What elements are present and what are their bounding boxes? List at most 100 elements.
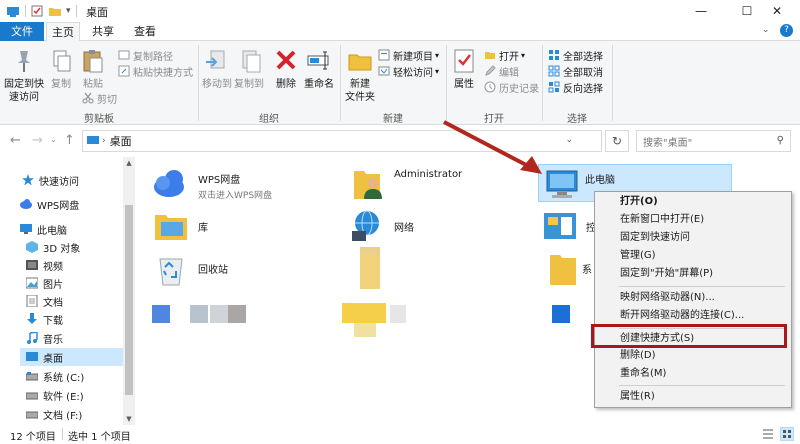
forward-arrow-icon[interactable]: → [32, 133, 43, 148]
new-folder-quick-icon[interactable] [48, 5, 62, 17]
file-item-folder[interactable] [358, 245, 382, 291]
quick-access-toolbar: ▾ [6, 4, 82, 18]
document-icon [26, 295, 38, 307]
nav-item-quick-access[interactable]: 快速访问 [22, 171, 79, 189]
file-item-network[interactable]: 网络 [348, 209, 414, 243]
nav-item-drive-f[interactable]: 文档 (F:) [26, 405, 82, 423]
computer-icon [20, 224, 32, 234]
navigation-pane: 快速访问 WPS网盘 此电脑 3D 对象 视频 图片 文档 下载 音乐 桌面 系… [0, 157, 136, 425]
new-folder-button[interactable]: 新建 文件夹 [344, 47, 376, 104]
delete-button[interactable]: 删除 [272, 47, 300, 91]
control-panel-icon [544, 213, 576, 239]
properties-icon [454, 49, 474, 73]
menu-item-properties[interactable]: 属性(R) [595, 388, 791, 406]
scroll-down-icon[interactable]: ▼ [123, 413, 135, 425]
paste-button[interactable]: 粘贴 [78, 47, 108, 91]
blurred-thumbnail[interactable] [552, 305, 570, 323]
file-item-wps[interactable]: WPS网盘 双击进入WPS网盘 [152, 165, 272, 201]
rename-button[interactable]: 重命名 [302, 47, 336, 91]
menu-item-map-drive[interactable]: 映射网络驱动器(N)... [595, 289, 791, 307]
file-item-library[interactable]: 库 [152, 209, 208, 243]
blurred-thumbnail[interactable] [390, 305, 406, 323]
nav-item-documents[interactable]: 文档 [26, 292, 63, 310]
nav-item-drive-c[interactable]: 系统 (C:) [26, 367, 84, 385]
large-icons-view-icon[interactable] [780, 427, 794, 441]
desktop-icon [26, 352, 38, 361]
menu-item-open[interactable]: 打开(O) [595, 193, 791, 211]
blurred-thumbnail[interactable] [152, 305, 170, 323]
file-item-system[interactable]: 系 [548, 251, 592, 287]
move-to-icon [206, 50, 225, 69]
select-all-button[interactable]: 全部选择 [548, 47, 603, 63]
history-button[interactable]: 历史记录 [484, 79, 539, 95]
menu-item-delete[interactable]: 删除(D) [595, 347, 791, 365]
nav-item-3d-objects[interactable]: 3D 对象 [26, 238, 80, 256]
tab-home[interactable]: 主页 [46, 22, 80, 42]
copy-button[interactable]: 复制 [48, 47, 74, 91]
menu-item-manage[interactable]: 管理(G) [595, 247, 791, 265]
nav-item-wps[interactable]: WPS网盘 [20, 195, 79, 213]
paste-shortcut-button[interactable]: 粘贴快捷方式 [118, 63, 193, 79]
blurred-thumbnail[interactable] [228, 305, 246, 323]
easy-access-button[interactable]: 轻松访问 ▾ [378, 63, 439, 79]
menu-item-pin-start[interactable]: 固定到"开始"屏幕(P) [595, 265, 791, 283]
address-dropdown-icon[interactable]: ⌄ [565, 135, 573, 145]
breadcrumb-separator-icon: › [102, 136, 106, 146]
recent-locations-icon[interactable]: ⌄ [50, 135, 57, 144]
properties-check-icon[interactable] [31, 5, 43, 17]
nav-item-drive-e[interactable]: 软件 (E:) [26, 386, 84, 404]
expand-ribbon-icon[interactable]: ⌄ [762, 25, 770, 35]
tab-file[interactable]: 文件 [0, 22, 44, 41]
edit-button[interactable]: 编辑 [484, 63, 519, 79]
refresh-button[interactable]: ↻ [605, 130, 629, 152]
scroll-up-icon[interactable]: ▲ [123, 157, 135, 169]
menu-item-open-new-window[interactable]: 在新窗口中打开(E) [595, 211, 791, 229]
details-view-icon[interactable] [762, 428, 774, 440]
nav-item-this-pc[interactable]: 此电脑 [20, 220, 67, 238]
copy-to-button[interactable]: 复制到 [234, 47, 264, 91]
select-none-icon [548, 65, 560, 77]
help-icon[interactable]: ? [780, 24, 793, 37]
back-arrow-icon[interactable]: ← [10, 133, 21, 148]
tab-view[interactable]: 查看 [128, 22, 162, 41]
search-input[interactable]: 搜索"桌面" ⚲ [636, 130, 791, 152]
library-icon [155, 215, 187, 240]
move-to-button[interactable]: 移动到 [202, 47, 232, 91]
properties-button[interactable]: 属性 [450, 47, 478, 91]
nav-item-desktop[interactable]: 桌面 [20, 348, 123, 366]
close-button[interactable]: ✕ [754, 0, 800, 22]
menu-item-pin-quick-access[interactable]: 固定到快速访问 [595, 229, 791, 247]
pin-quick-access-button[interactable]: 固定到快 速访问 [4, 47, 44, 104]
copy-path-button[interactable]: 复制路径 [118, 47, 173, 63]
status-separator [62, 428, 63, 440]
nav-item-videos[interactable]: 视频 [26, 256, 63, 274]
nav-scrollbar[interactable]: ▲ ▼ [123, 157, 135, 425]
file-item-control-panel[interactable]: 控 [542, 209, 596, 243]
nav-item-pictures[interactable]: 图片 [26, 274, 63, 292]
scroll-thumb[interactable] [125, 205, 133, 395]
cut-button[interactable]: 剪切 [82, 90, 117, 106]
nav-item-music[interactable]: 音乐 [26, 329, 63, 347]
delete-x-icon [276, 50, 296, 70]
select-none-button[interactable]: 全部取消 [548, 63, 603, 79]
new-item-button[interactable]: 新建项目 ▾ [378, 47, 439, 63]
file-item-recycle-bin[interactable]: 回收站 [152, 251, 228, 287]
blurred-thumbnail[interactable] [354, 323, 376, 337]
desktop-icon [87, 136, 99, 144]
blurred-thumbnail[interactable] [342, 303, 386, 323]
tab-share[interactable]: 共享 [86, 22, 120, 41]
easy-access-icon [378, 66, 390, 76]
edit-icon [485, 65, 496, 76]
open-button[interactable]: 打开 ▾ [484, 47, 525, 63]
minimize-button[interactable]: — [678, 0, 724, 22]
nav-item-downloads[interactable]: 下载 [26, 310, 63, 328]
menu-item-disconnect-drive[interactable]: 断开网络驱动器的连接(C)... [595, 307, 791, 325]
blurred-thumbnail[interactable] [190, 305, 208, 323]
blurred-thumbnail[interactable] [210, 305, 228, 323]
drive-icon [26, 372, 38, 381]
invert-selection-button[interactable]: 反向选择 [548, 79, 603, 95]
customize-quick-access-icon[interactable]: ▾ [66, 6, 71, 16]
up-arrow-icon[interactable]: ↑ [64, 133, 75, 148]
refresh-icon: ↻ [611, 134, 623, 148]
menu-item-rename[interactable]: 重命名(M) [595, 365, 791, 383]
